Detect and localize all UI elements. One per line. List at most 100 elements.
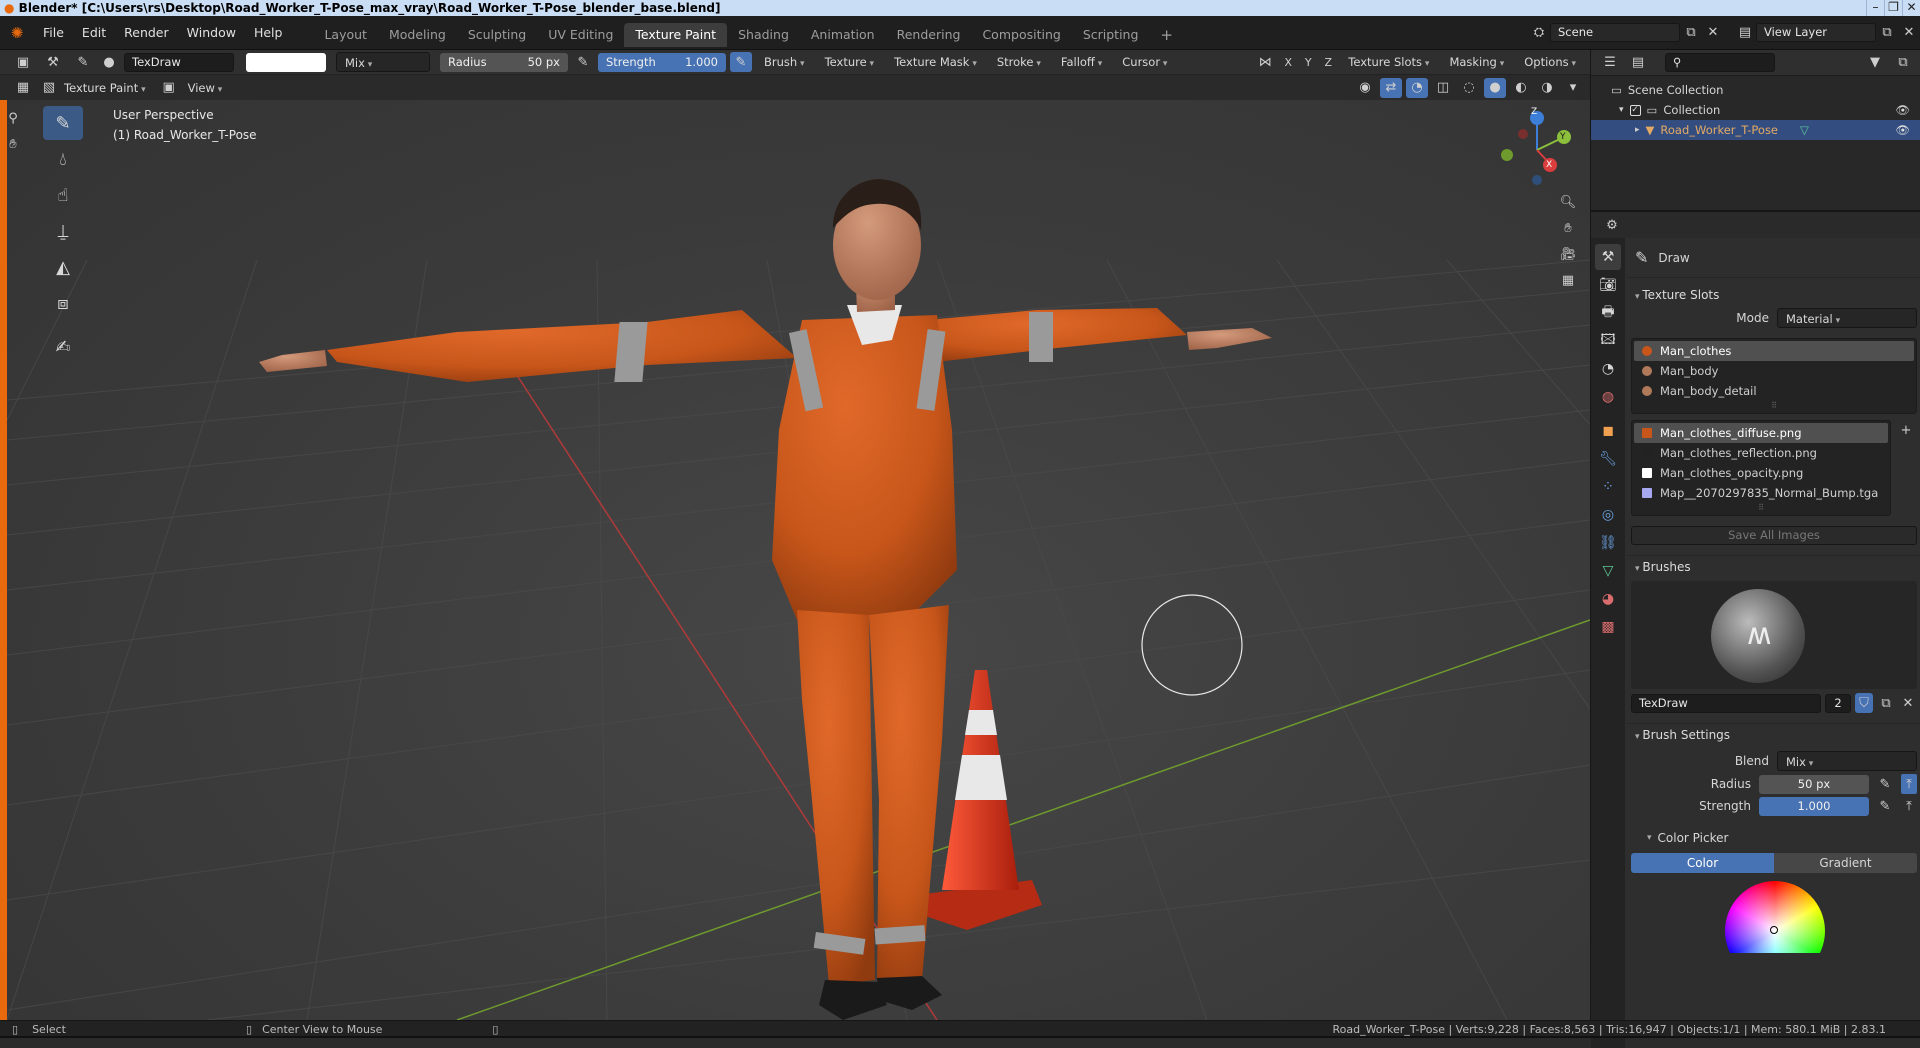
new-scene-icon[interactable]: ⧉ — [1680, 23, 1702, 43]
tab-compositing[interactable]: Compositing — [971, 23, 1071, 47]
strength-slider[interactable]: Strength 1.000 — [598, 52, 726, 72]
unlink-brush-icon[interactable]: ✕ — [1899, 693, 1917, 713]
clone-tool-icon[interactable]: ⍊ — [43, 214, 83, 248]
display-mode-icon[interactable]: ▤ — [1627, 53, 1649, 73]
color-picker-header[interactable]: ▾ Color Picker — [1627, 827, 1920, 849]
tab-data-icon[interactable]: ▽ — [1595, 558, 1621, 584]
brush-preview[interactable]: ʍ — [1631, 581, 1917, 689]
mirror-x-toggle[interactable]: X — [1280, 52, 1296, 72]
mask-tool-icon[interactable]: ⧈ — [43, 286, 83, 320]
color-wheel-cursor[interactable] — [1770, 926, 1778, 934]
properties-type-icon[interactable]: ⚙ — [1601, 215, 1623, 235]
gizmo-toggle-icon[interactable]: ⇄ — [1380, 77, 1402, 98]
tab-uv-editing[interactable]: UV Editing — [537, 23, 624, 47]
blend-mode-dropdown[interactable]: Mix — [336, 52, 430, 72]
color-tab[interactable]: Color — [1631, 853, 1774, 873]
menu-options[interactable]: Options — [1516, 52, 1584, 72]
mode-dropdown[interactable]: Texture Paint — [64, 78, 154, 98]
menu-texture[interactable]: Texture — [817, 52, 883, 72]
radius-pressure-icon[interactable]: ✎ — [572, 52, 594, 72]
editor-type-icon[interactable]: ▣ — [12, 52, 34, 72]
smear-tool-icon[interactable]: ☝︎ — [43, 178, 83, 212]
list-item[interactable]: Man_clothes_reflection.png — [1634, 443, 1888, 463]
tab-physics-icon[interactable]: ◎ — [1595, 502, 1621, 528]
menu-help[interactable]: Help — [245, 16, 292, 50]
maximize-icon[interactable]: ❐ — [1884, 0, 1902, 16]
radius-slider-props[interactable]: 50 px — [1759, 774, 1869, 794]
mirror-z-toggle[interactable]: Z — [1320, 52, 1336, 72]
new-view-layer-icon[interactable]: ⧉ — [1876, 23, 1898, 43]
tab-output-icon[interactable]: 🖶︎ — [1595, 300, 1621, 326]
overlay-toggle-icon[interactable]: ◔ — [1406, 77, 1428, 98]
radius-unified-icon[interactable]: ⤒ — [1901, 774, 1917, 794]
outliner-collection[interactable]: ▾ ✓ ▭ Collection 👁︎ — [1591, 100, 1920, 120]
menu-view[interactable]: View — [184, 78, 231, 98]
mode-dropdown-field[interactable]: Material — [1777, 308, 1917, 328]
close-icon[interactable]: ✕ — [1902, 0, 1920, 16]
tab-scene-icon[interactable]: ◔ — [1595, 356, 1621, 382]
brush-name-field[interactable]: TexDraw — [124, 52, 234, 72]
draw-tool-icon[interactable]: ✎ — [43, 106, 83, 140]
list-item[interactable]: Man_body_detail — [1634, 381, 1914, 401]
menu-brush[interactable]: Brush — [756, 52, 813, 72]
delete-scene-icon[interactable]: ✕ — [1702, 23, 1724, 43]
fake-user-icon[interactable]: ⛉ — [1855, 693, 1873, 713]
mirror-y-toggle[interactable]: Y — [1300, 52, 1316, 72]
tab-material-icon[interactable]: ◕ — [1595, 586, 1621, 612]
zoom-icon[interactable]: 🔍︎ — [1557, 192, 1579, 212]
save-all-images-button[interactable]: Save All Images — [1631, 526, 1917, 545]
brush-settings-header[interactable]: Brush Settings — [1627, 723, 1920, 745]
solid-shading-icon[interactable]: ● — [1484, 77, 1506, 98]
radius-pen-icon[interactable]: ✎ — [1877, 774, 1893, 794]
list-item[interactable]: Man_clothes_diffuse.png — [1634, 423, 1888, 443]
menu-texture-slots[interactable]: Texture Slots — [1340, 52, 1437, 72]
tab-tool-icon[interactable]: ⚒ — [1595, 244, 1621, 270]
blender-menu-icon[interactable]: ✺ — [0, 23, 34, 43]
outliner-type-icon[interactable]: ☰ — [1599, 53, 1621, 73]
scene-icon[interactable]: ⛭ — [1528, 23, 1550, 43]
gradient-tab[interactable]: Gradient — [1774, 853, 1917, 873]
camera-view-icon[interactable]: 🎥︎ — [1557, 244, 1579, 264]
duplicate-brush-icon[interactable]: ⧉ — [1877, 693, 1895, 713]
tab-view-layer-icon[interactable]: 🖾︎ — [1595, 328, 1621, 354]
add-image-icon[interactable]: + — [1895, 420, 1917, 440]
zoom-region-icon[interactable]: ⚲ — [4, 108, 22, 128]
list-item[interactable]: Map__2070297835_Normal_Bump.tga — [1634, 483, 1888, 503]
outliner-search-input[interactable]: ⚲ — [1665, 53, 1775, 72]
rendered-shading-icon[interactable]: ◑ — [1536, 78, 1558, 98]
list-resize-handle[interactable]: ⠿ — [1634, 401, 1914, 411]
list-item[interactable]: Man_body — [1634, 361, 1914, 381]
color-wheel[interactable] — [1725, 881, 1825, 953]
view-layer-icon[interactable]: ▤ — [1734, 23, 1756, 43]
collection-visibility-eye-icon[interactable]: 👁︎ — [1895, 103, 1910, 117]
brush-name-field-props[interactable]: TexDraw — [1631, 693, 1821, 713]
outliner-object-row[interactable]: ▸ ▼ Road_Worker_T-Pose ▽ 👁︎ — [1591, 120, 1920, 140]
visibility-icon[interactable]: ◉ — [1354, 78, 1376, 98]
hand-icon[interactable]: ✋︎ — [4, 134, 22, 154]
tab-texture-paint[interactable]: Texture Paint — [624, 23, 728, 47]
shading-options-icon[interactable]: ▾ — [1562, 78, 1584, 98]
tab-scripting[interactable]: Scripting — [1072, 23, 1150, 47]
pan-hand-icon[interactable]: ✋︎ — [1557, 218, 1579, 238]
3d-viewport[interactable]: User Perspective (1) Road_Worker_T-Pose … — [7, 100, 1590, 1020]
editor-type-3d-icon[interactable]: ▦ — [12, 78, 34, 98]
brush-icon[interactable]: ✎ — [72, 52, 94, 72]
tab-sculpting[interactable]: Sculpting — [457, 23, 537, 47]
annotate-tool-icon[interactable]: ✍︎ — [43, 330, 83, 364]
brush-browse-icon[interactable]: ● — [98, 52, 120, 72]
delete-view-layer-icon[interactable]: ✕ — [1898, 23, 1920, 43]
new-collection-icon[interactable]: ⧉ — [1892, 53, 1914, 73]
menu-masking[interactable]: Masking — [1441, 52, 1512, 72]
tab-layout[interactable]: Layout — [313, 23, 378, 47]
tab-animation[interactable]: Animation — [800, 23, 886, 47]
menu-edit[interactable]: Edit — [73, 16, 115, 50]
mask-toggle-icon[interactable]: ▣ — [158, 78, 180, 98]
expand-collection-icon[interactable]: ▾ — [1619, 105, 1624, 115]
xray-icon[interactable]: ◫ — [1432, 78, 1454, 98]
tool-icon[interactable]: ⚒ — [38, 52, 68, 72]
symmetry-icon[interactable]: ⋈ — [1254, 52, 1276, 72]
list-item[interactable]: Man_clothes — [1634, 341, 1914, 361]
strength-unified-icon[interactable]: ⤒ — [1901, 796, 1917, 816]
soften-tool-icon[interactable]: 💧︎ — [43, 142, 83, 176]
tab-shading[interactable]: Shading — [727, 23, 800, 47]
